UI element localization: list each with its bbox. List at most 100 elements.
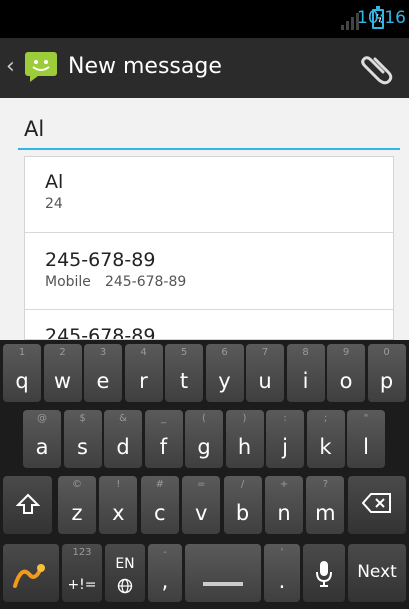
paperclip-icon[interactable]	[355, 48, 395, 88]
suggestion-item[interactable]: 245-678-89	[25, 325, 393, 339]
suggestion-name: Al	[45, 171, 64, 193]
key-n[interactable]: + n	[265, 476, 303, 534]
key-label: o	[339, 369, 353, 393]
key-c[interactable]: # c	[140, 476, 179, 534]
page-title: New message	[68, 54, 222, 79]
key-s[interactable]: $ s	[63, 410, 102, 468]
contact-suggestions: Al 24 245-678-89 Mobile 245-678-89 245-67…	[24, 156, 394, 340]
symbols-key[interactable]: 123 +!=	[62, 544, 102, 602]
space-key[interactable]	[185, 544, 261, 602]
key-label: i	[302, 369, 309, 393]
status-bar: ϟ 10:16	[0, 0, 409, 38]
key-hint: 0	[383, 347, 390, 358]
key-label: h	[237, 435, 252, 459]
key-label: n	[277, 501, 291, 525]
key-a[interactable]: @ a	[23, 410, 61, 468]
key-hint: !	[116, 479, 121, 490]
key-label: c	[154, 501, 166, 525]
key-hint: ?	[322, 479, 329, 490]
key-hint: 9	[342, 347, 350, 358]
backspace-key[interactable]	[348, 476, 406, 534]
swype-icon	[3, 560, 59, 590]
key-hint: _	[161, 413, 166, 424]
suggestion-item[interactable]: 245-678-89 Mobile 245-678-89	[25, 249, 393, 290]
swype-key[interactable]	[3, 544, 59, 602]
key-label: r	[139, 369, 148, 393]
suggestion-type: Mobile	[45, 274, 91, 290]
key-t[interactable]: 5t	[165, 344, 203, 402]
key-d[interactable]: & d	[104, 410, 142, 468]
key-w[interactable]: 2w	[43, 344, 82, 402]
key-l[interactable]: " l	[347, 410, 385, 468]
suggestion-detail: 24	[45, 196, 63, 212]
key-label: m	[315, 501, 336, 525]
suggestion-item[interactable]: Al 24	[25, 171, 393, 212]
key-hint: (	[202, 413, 206, 424]
key-label: k	[319, 435, 332, 459]
divider	[25, 309, 393, 310]
microphone-key[interactable]	[303, 544, 345, 602]
key-b[interactable]: / b	[223, 476, 262, 534]
compose-area: Al 24 245-678-89 Mobile 245-678-89 245-67…	[0, 98, 409, 340]
key-label: q	[15, 369, 29, 393]
key-hint: "	[363, 413, 369, 424]
key-x[interactable]: ! x	[99, 476, 138, 534]
key-i[interactable]: 8i	[286, 344, 325, 402]
backspace-icon	[348, 492, 406, 514]
key-hint: 8	[302, 347, 309, 358]
key-hint: =	[196, 479, 206, 490]
suggestion-name: 245-678-89	[45, 249, 156, 271]
key-hint: 3	[99, 347, 107, 358]
shift-icon	[3, 492, 52, 516]
globe-icon	[105, 578, 145, 594]
key-hint: :	[283, 413, 287, 424]
key-u[interactable]: 7u	[246, 344, 284, 402]
key-f[interactable]: _ f	[144, 410, 183, 468]
key-hint: ;	[323, 413, 328, 424]
chevron-left-icon[interactable]: ‹	[6, 54, 15, 79]
key-label: z	[71, 501, 83, 525]
suggestion-detail: 245-678-89	[104, 274, 187, 290]
key-label: j	[282, 435, 288, 459]
key-label: l	[363, 435, 369, 459]
key-e[interactable]: 3e	[84, 344, 122, 402]
key-label: b	[235, 501, 250, 525]
microphone-icon	[303, 560, 345, 588]
recipient-input[interactable]	[18, 110, 400, 150]
key-hint: ©	[72, 479, 82, 490]
key-hint: +	[279, 479, 289, 490]
key-label: g	[197, 435, 211, 459]
shift-key[interactable]	[3, 476, 52, 534]
key-hint: @	[37, 413, 47, 424]
key-label: w	[53, 369, 72, 393]
key-hint: 5	[180, 347, 188, 358]
comma-key[interactable]: - ,	[148, 544, 182, 602]
key-p[interactable]: 0p	[367, 344, 406, 402]
key-g[interactable]: (g	[185, 410, 223, 468]
key-o[interactable]: 9o	[327, 344, 365, 402]
space-bar-icon	[185, 582, 261, 588]
divider	[25, 232, 393, 233]
language-key[interactable]: EN	[105, 544, 145, 602]
key-label: y	[218, 369, 231, 393]
status-clock: 10:16	[357, 8, 406, 28]
key-label: s	[77, 435, 88, 459]
key-label: d	[116, 435, 130, 459]
key-y[interactable]: 6y	[205, 344, 244, 402]
key-hint: &	[119, 413, 127, 424]
key-hint: 6	[221, 347, 228, 358]
messaging-icon[interactable]	[24, 51, 58, 83]
key-hint: $	[79, 413, 86, 424]
key-v[interactable]: = v	[182, 476, 221, 534]
next-key[interactable]: Next	[348, 544, 406, 602]
key-m[interactable]: ? m	[306, 476, 345, 534]
key-h[interactable]: ) h	[225, 410, 264, 468]
key-z[interactable]: © z	[58, 476, 96, 534]
key-r[interactable]: 4r	[124, 344, 163, 402]
key-label: p	[379, 369, 394, 393]
period-key[interactable]: ' .	[264, 544, 300, 602]
key-label: f	[159, 435, 168, 459]
key-k[interactable]: ; k	[306, 410, 345, 468]
key-j[interactable]: :j	[266, 410, 304, 468]
key-q[interactable]: 1q	[3, 344, 41, 402]
